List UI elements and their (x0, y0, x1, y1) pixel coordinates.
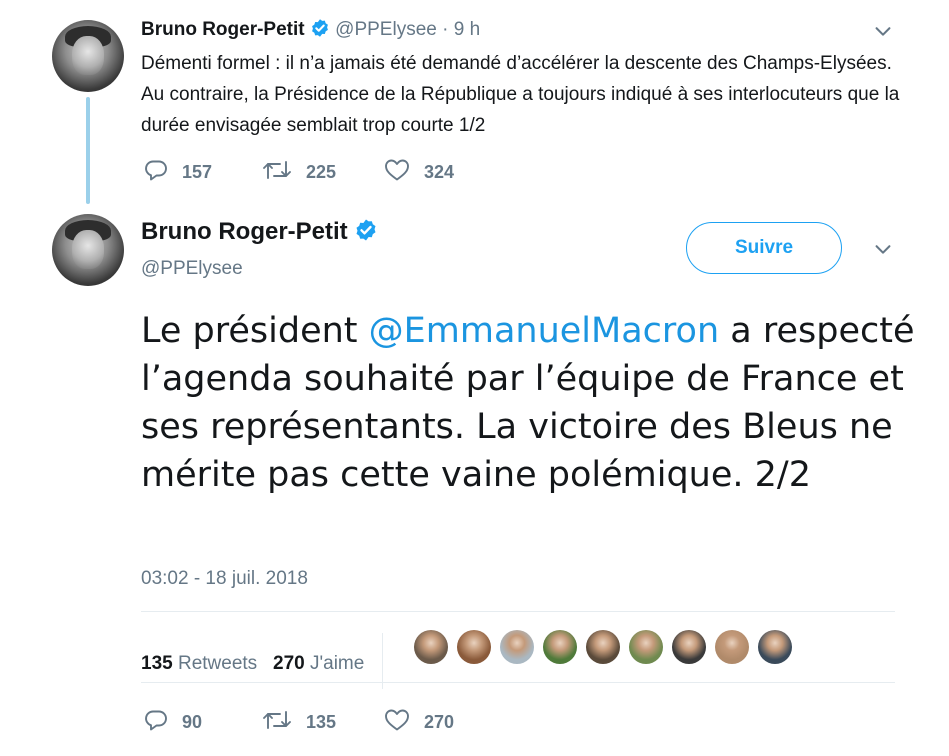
thread-connector (86, 97, 90, 204)
liker-avatar-3[interactable] (500, 630, 534, 664)
heart-icon (384, 158, 424, 187)
author-name[interactable]: Bruno Roger-Petit (141, 218, 348, 245)
likers-avatars (414, 630, 801, 664)
avatar[interactable] (52, 214, 124, 286)
retweet-total: 135 (141, 653, 173, 675)
likes-stat[interactable]: 270 J'aime (273, 653, 364, 674)
retweet-button[interactable]: 225 (262, 158, 384, 187)
follow-button[interactable]: Suivre (686, 222, 842, 274)
like-count: 324 (424, 162, 455, 182)
like-button[interactable]: 324 (384, 158, 454, 187)
liker-avatar-2[interactable] (457, 630, 491, 664)
retweets-label: Retweets (177, 653, 258, 675)
reply-button[interactable]: 157 (144, 158, 262, 187)
tweet-time[interactable]: 9 h (454, 19, 480, 40)
author-name[interactable]: Bruno Roger-Petit (141, 19, 305, 40)
liker-avatar-9[interactable] (758, 630, 792, 664)
tweet-text: Le président @EmmanuelMacron a respecté … (141, 307, 921, 499)
tweet-actions: 157 225 324 (144, 158, 454, 187)
like-count: 270 (424, 712, 455, 732)
reply-icon (144, 158, 182, 187)
reply-count: 157 (182, 162, 213, 182)
retweet-count: 135 (306, 712, 337, 732)
chevron-down-icon[interactable] (872, 238, 894, 260)
heart-icon (384, 708, 424, 737)
divider (141, 611, 895, 612)
verified-badge-icon (310, 18, 330, 44)
tweet-text-part: Le président (141, 311, 369, 351)
likes-label: J'aime (310, 653, 365, 675)
liker-avatar-6[interactable] (629, 630, 663, 664)
tweet-stats: 135 Retweets 270 J'aime (141, 633, 393, 692)
reply-button[interactable]: 90 (144, 708, 262, 737)
retweet-count: 225 (306, 162, 337, 182)
like-total: 270 (273, 653, 305, 675)
reply-icon (144, 708, 182, 737)
tweet-header: Bruno Roger-Petit @PPElysee · 9 h (141, 18, 480, 44)
like-button[interactable]: 270 (384, 708, 454, 737)
stats-separator (381, 633, 383, 689)
tweet-text: Démenti formel : il n’a jamais été deman… (141, 53, 900, 136)
liker-avatar-1[interactable] (414, 630, 448, 664)
verified-badge-icon (354, 218, 378, 249)
tweet-page: Bruno Roger-Petit @PPElysee · 9 h Dément… (0, 0, 949, 756)
reply-count: 90 (182, 712, 203, 732)
tweet-timestamp[interactable]: 03:02 - 18 juil. 2018 (141, 568, 308, 590)
liker-avatar-7[interactable] (672, 630, 706, 664)
separator-dot: · (442, 19, 449, 40)
liker-avatar-4[interactable] (543, 630, 577, 664)
retweets-stat[interactable]: 135 Retweets (141, 653, 257, 674)
retweet-button[interactable]: 135 (262, 708, 384, 737)
author-name-row: Bruno Roger-Petit (141, 218, 378, 249)
tweet-actions: 90 135 270 (144, 708, 454, 737)
author-handle[interactable]: @PPElysee (141, 258, 243, 280)
divider (141, 682, 895, 683)
retweet-icon (262, 708, 306, 737)
author-handle[interactable]: @PPElysee (335, 19, 437, 40)
liker-avatar-8[interactable] (715, 630, 749, 664)
avatar-face (72, 35, 104, 76)
avatar[interactable] (52, 20, 124, 92)
chevron-down-icon[interactable] (872, 20, 894, 42)
liker-avatar-5[interactable] (586, 630, 620, 664)
avatar-face (72, 229, 104, 270)
mention-link[interactable]: @EmmanuelMacron (369, 311, 719, 351)
retweet-icon (262, 158, 306, 187)
